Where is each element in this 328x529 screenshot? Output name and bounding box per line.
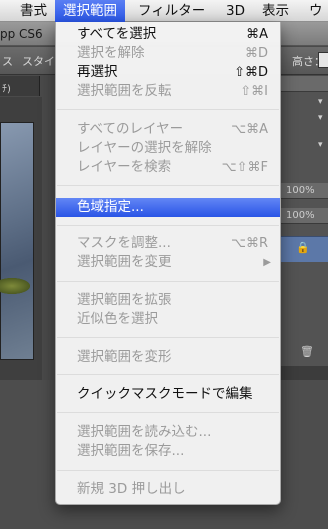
menu-window[interactable]: ウ <box>305 0 327 22</box>
menu-item-transform-selection[interactable]: 選択範囲を変形 <box>56 348 280 367</box>
menu-item-deselect[interactable]: 選択を解除 ⌘D <box>56 44 280 63</box>
menu-item-label: すべてのレイヤー <box>77 121 184 137</box>
menu-item-label: 選択範囲を反転 <box>77 83 172 99</box>
menu-item-select-all[interactable]: すべてを選択 ⌘A <box>56 25 280 44</box>
menu-separator <box>57 470 279 471</box>
menu-item-label: 選択を解除 <box>77 45 145 61</box>
menu-item-reselect[interactable]: 再選択 ⇧⌘D <box>56 63 280 82</box>
menu-item-label: マスクを調整... <box>77 235 171 251</box>
menu-item-label: 選択範囲を変形 <box>77 349 172 365</box>
panel-header[interactable] <box>280 76 328 92</box>
chevron-down-icon[interactable]: ▾ <box>318 113 323 123</box>
chevron-down-icon[interactable]: ▾ <box>318 97 323 107</box>
menu-filter[interactable]: フィルター <box>132 0 211 22</box>
menu-select[interactable]: 選択範囲 <box>55 0 125 22</box>
canvas-image[interactable] <box>0 122 34 360</box>
menu-item-deselect-layers[interactable]: レイヤーの選択を解除 <box>56 139 280 158</box>
trash-icon[interactable]: 🗑 <box>300 345 314 358</box>
application-title: pp CS6 <box>0 27 43 41</box>
menu-separator <box>57 185 279 186</box>
menu-separator <box>57 337 279 338</box>
menu-item-label: クイックマスクモードで編集 <box>77 386 253 402</box>
menu-item-shortcut: ⇧⌘D <box>234 65 268 80</box>
select-menu-dropdown: すべてを選択 ⌘A 選択を解除 ⌘D 再選択 ⇧⌘D 選択範囲を反転 ⇧⌘I す… <box>55 22 281 505</box>
menu-item-shortcut: ⌘A <box>246 27 268 42</box>
menu-item-similar[interactable]: 近似色を選択 <box>56 310 280 329</box>
menu-separator <box>57 374 279 375</box>
menu-item-shortcut: ⌥⌘R <box>230 236 268 251</box>
menu-3d[interactable]: 3D <box>222 0 249 22</box>
menu-format[interactable]: 書式 <box>12 0 55 22</box>
menu-item-label: レイヤーの選択を解除 <box>77 140 212 156</box>
menu-item-label: レイヤーを検索 <box>77 159 172 175</box>
menu-item-label: 新規 3D 押し出し <box>77 481 186 497</box>
lock-icon: 🔒 <box>296 241 310 254</box>
menu-item-label: 再選択 <box>77 64 118 80</box>
menu-item-load-selection[interactable]: 選択範囲を読み込む... <box>56 423 280 442</box>
menu-item-all-layers[interactable]: すべてのレイヤー ⌥⌘A <box>56 120 280 139</box>
menu-item-label: すべてを選択 <box>77 26 157 42</box>
document-tab-label: ﾁ) <box>2 84 11 95</box>
menu-separator <box>57 225 279 226</box>
menu-item-label: 選択範囲を保存... <box>77 443 185 459</box>
menu-view[interactable]: 表示 <box>256 0 295 22</box>
options-left-fragment: ス <box>2 55 13 68</box>
menu-item-label: 近似色を選択 <box>77 311 158 327</box>
submenu-arrow-icon: ▶ <box>263 257 271 268</box>
menu-item-new-3d-extrusion[interactable]: 新規 3D 押し出し <box>56 480 280 499</box>
menu-item-color-range[interactable]: 色域指定... <box>56 198 280 217</box>
menu-item-shortcut: ⌥⌘A <box>231 122 268 137</box>
menu-item-shortcut: ⇧⌘I <box>240 84 268 99</box>
menu-item-grow[interactable]: 選択範囲を拡張 <box>56 291 280 310</box>
menu-item-label: 選択範囲を拡張 <box>77 292 172 308</box>
opacity-value[interactable]: 100% <box>286 185 315 196</box>
menu-item-shortcut: ⌥⇧⌘F <box>221 160 268 175</box>
menu-item-label: 色域指定... <box>77 199 144 215</box>
menu-item-quick-mask[interactable]: クイックマスクモードで編集 <box>56 385 280 404</box>
menu-item-shortcut: ⌘D <box>244 46 268 61</box>
menu-item-label: 選択範囲を変更 <box>77 254 172 270</box>
fill-value[interactable]: 100% <box>286 210 315 221</box>
canvas-image-detail <box>0 278 30 294</box>
menu-separator <box>57 281 279 282</box>
options-height-field[interactable] <box>318 52 328 68</box>
options-style-label: スタイ <box>22 55 55 68</box>
menu-item-label: 選択範囲を読み込む... <box>77 424 212 440</box>
menu-item-modify[interactable]: 選択範囲を変更 ▶ <box>56 253 280 272</box>
menu-item-save-selection[interactable]: 選択範囲を保存... <box>56 442 280 461</box>
panel-footer <box>280 366 328 380</box>
menu-separator <box>57 109 279 110</box>
menu-item-find-layers[interactable]: レイヤーを検索 ⌥⇧⌘F <box>56 158 280 177</box>
chevron-down-icon[interactable]: ▾ <box>318 140 323 150</box>
menu-separator <box>57 412 279 413</box>
menubar: 書式 選択範囲 フィルター 3D 表示 ウ <box>0 0 328 22</box>
menu-item-inverse[interactable]: 選択範囲を反転 ⇧⌘I <box>56 82 280 101</box>
menu-item-refine-mask[interactable]: マスクを調整... ⌥⌘R <box>56 234 280 253</box>
